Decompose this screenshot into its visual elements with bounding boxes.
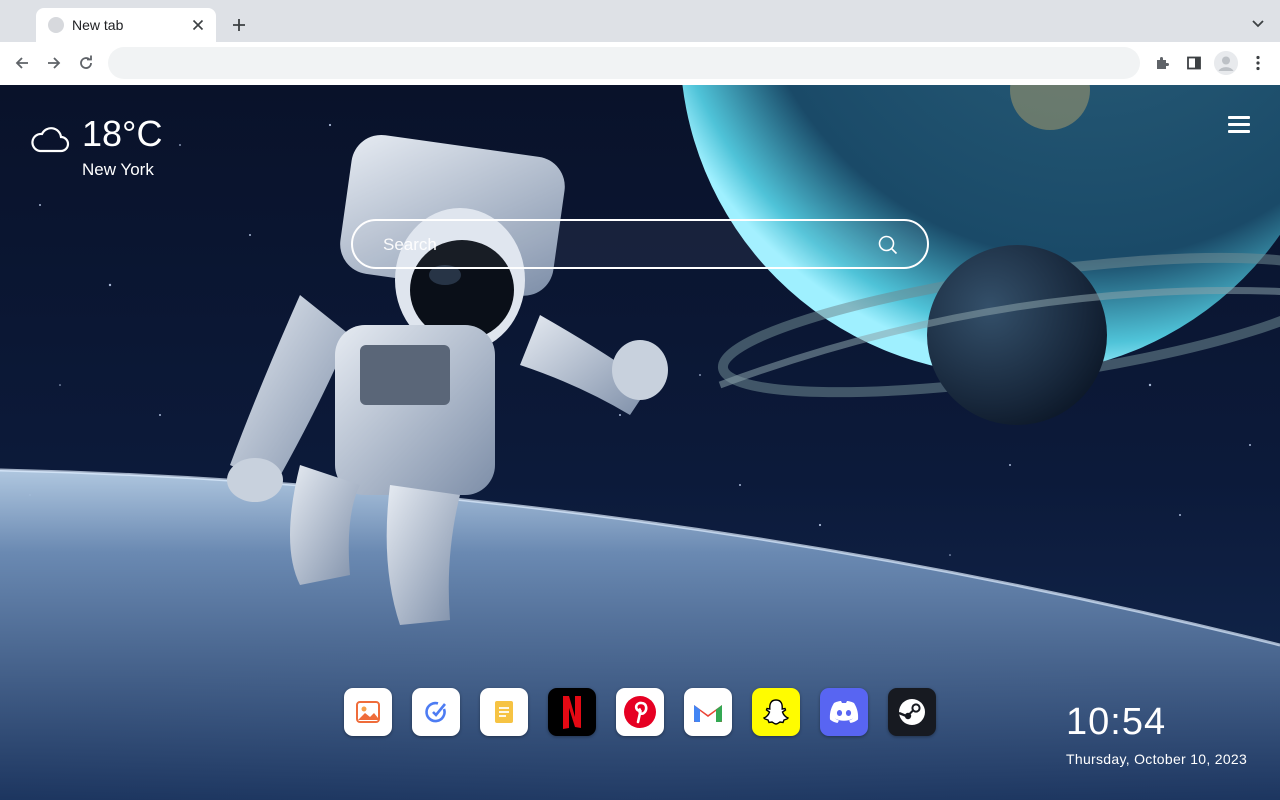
app-tasks[interactable] [412, 688, 460, 736]
more-menu-button[interactable] [1246, 51, 1270, 75]
close-icon [192, 19, 204, 31]
pinterest-icon [624, 696, 656, 728]
app-discord[interactable] [820, 688, 868, 736]
reload-icon [80, 55, 92, 69]
forward-arrow-icon [48, 57, 61, 69]
app-steam[interactable] [888, 688, 936, 736]
reload-button[interactable] [74, 51, 98, 75]
tab-close-button[interactable] [188, 15, 208, 35]
menu-button[interactable] [1228, 116, 1250, 134]
chevron-down-icon [1252, 20, 1264, 28]
app-netflix[interactable] [548, 688, 596, 736]
tab-favicon-icon [48, 17, 64, 33]
profile-avatar-icon [1214, 51, 1238, 75]
search-bar [351, 219, 929, 269]
steam-icon [898, 699, 925, 725]
cloud-icon [31, 127, 70, 153]
clock-date: Thursday, October 10, 2023 [1066, 751, 1248, 767]
clock-time: 10:54 [1066, 701, 1167, 743]
search-input[interactable] [381, 229, 865, 261]
app-pinterest[interactable] [616, 688, 664, 736]
tasks-icon [425, 701, 447, 723]
more-vert-icon [1256, 55, 1260, 71]
gmail-icon [694, 705, 722, 722]
tab-search-button[interactable] [1248, 14, 1268, 34]
plus-icon [233, 19, 245, 31]
address-bar-input[interactable] [108, 47, 1140, 79]
app-snapchat[interactable] [752, 688, 800, 736]
photos-icon [356, 701, 380, 723]
discord-icon [829, 701, 859, 723]
hamburger-menu-icon [1228, 116, 1250, 119]
back-button[interactable] [10, 51, 34, 75]
snapchat-icon [762, 699, 790, 725]
side-panel-button[interactable] [1182, 51, 1206, 75]
netflix-icon [563, 696, 581, 729]
forward-button[interactable] [42, 51, 66, 75]
tab-new-tab[interactable]: New tab [36, 8, 216, 42]
new-tab-page: 18°C New York Search 10:54 Thursday, Oct… [0, 85, 1280, 800]
hamburger-line [1228, 123, 1250, 126]
clock-widget: 10:54 Thursday, October 10, 2023 [1066, 703, 1247, 767]
weather-temperature: 18°C [82, 113, 163, 154]
hamburger-line [1228, 130, 1250, 133]
app-gmail[interactable] [684, 688, 732, 736]
extensions-puzzle-icon [1157, 57, 1169, 69]
app-notes[interactable] [480, 688, 528, 736]
tab-title: New tab [72, 17, 124, 33]
notes-icon [495, 701, 513, 723]
weather-city: New York [82, 160, 154, 179]
tab-strip: New tab [0, 0, 1280, 42]
profile-avatar[interactable] [1214, 51, 1238, 75]
extensions-button[interactable] [1150, 51, 1174, 75]
side-panel-icon [1187, 56, 1201, 70]
app-photos[interactable] [344, 688, 392, 736]
new-tab-button[interactable] [227, 13, 251, 37]
back-arrow-icon [15, 57, 28, 69]
search-icon[interactable] [877, 234, 899, 256]
browser-toolbar [0, 42, 1280, 86]
